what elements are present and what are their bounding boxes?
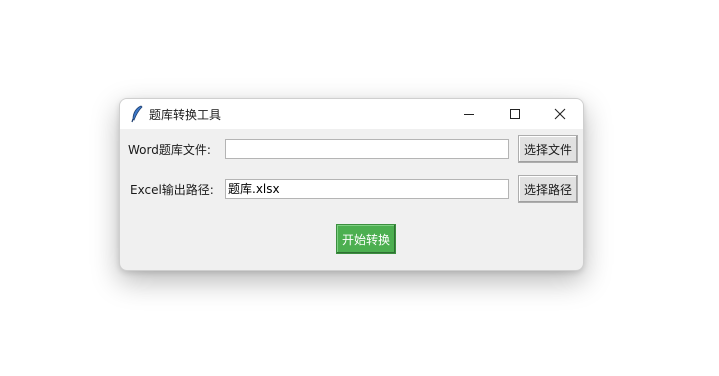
word-file-input[interactable] <box>225 139 509 159</box>
maximize-icon <box>509 105 521 124</box>
select-path-button[interactable]: 选择路径 <box>518 175 578 203</box>
excel-path-label: Excel输出路径: <box>130 183 214 197</box>
maximize-button[interactable] <box>492 99 538 129</box>
select-file-button[interactable]: 选择文件 <box>518 135 578 163</box>
excel-path-input[interactable]: 题库.xlsx <box>225 179 509 199</box>
title-bar[interactable]: 题库转换工具 <box>120 99 583 129</box>
app-window: 题库转换工具 Word题库文件: 选择文件 Excel输出路径: 题库.xlsx… <box>119 98 584 271</box>
minimize-button[interactable] <box>446 99 492 129</box>
window-title: 题库转换工具 <box>149 108 222 122</box>
close-button[interactable] <box>537 99 583 129</box>
start-convert-button[interactable]: 开始转换 <box>336 224 396 254</box>
feather-icon <box>130 105 144 123</box>
minimize-icon <box>463 105 475 124</box>
word-file-label: Word题库文件: <box>128 143 211 157</box>
close-icon <box>554 105 566 124</box>
